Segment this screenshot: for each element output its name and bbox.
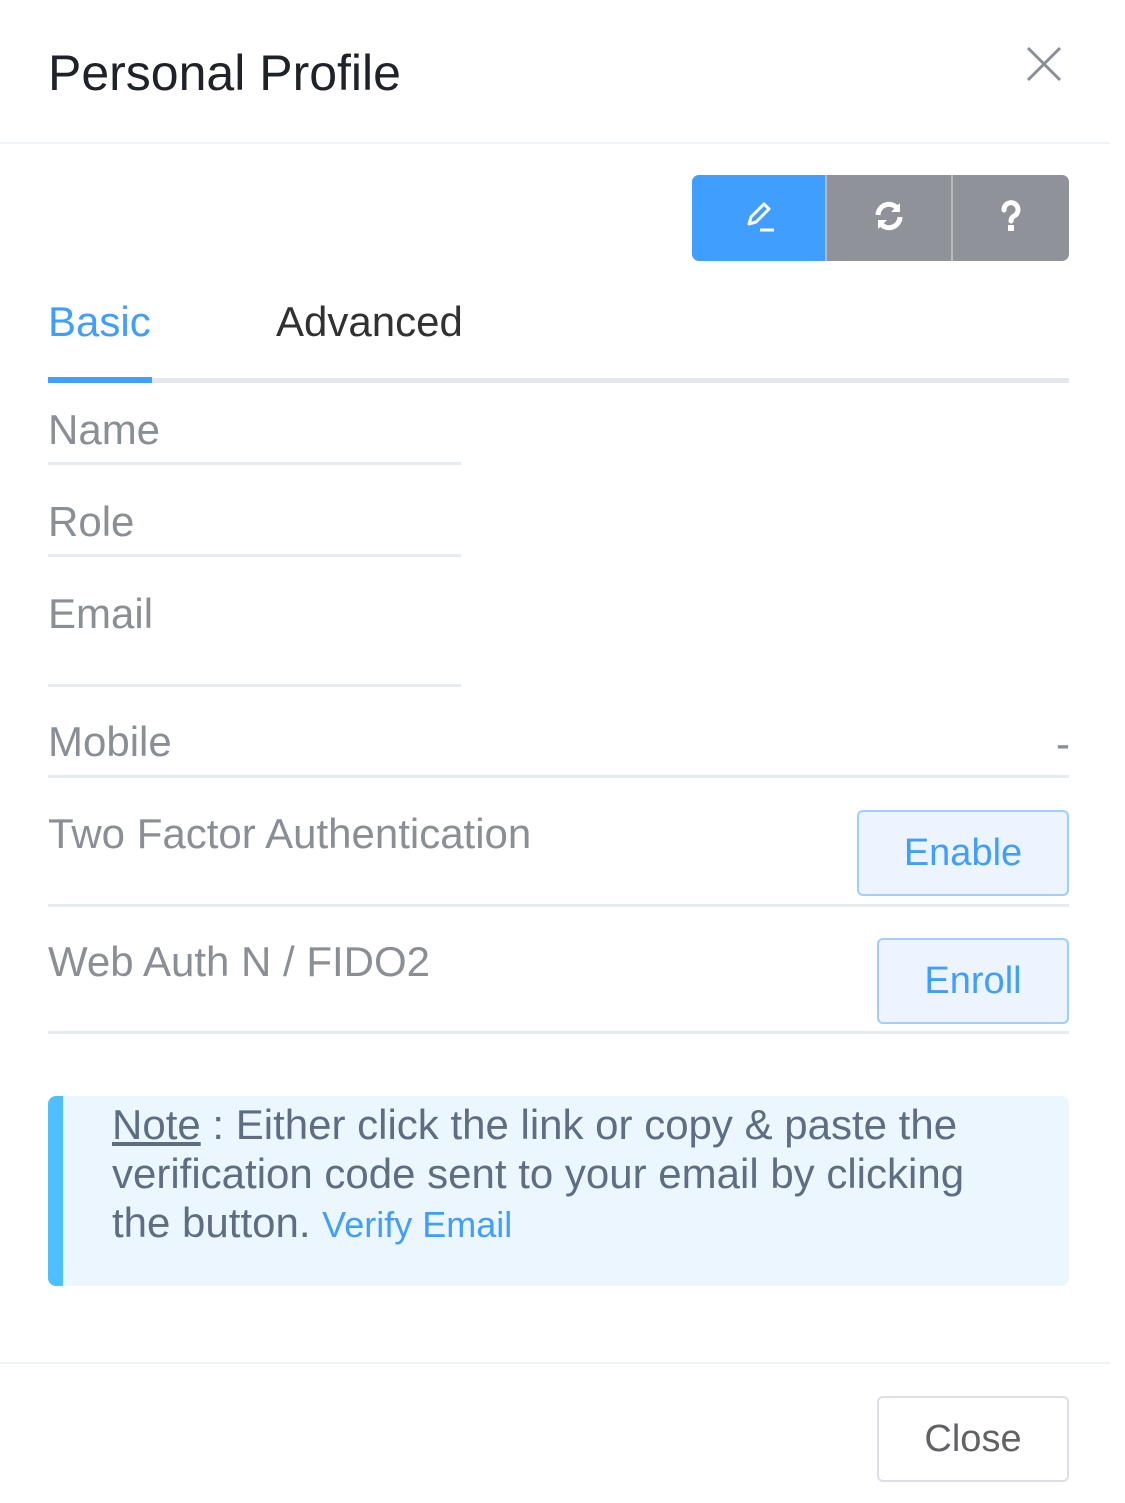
- enroll-webauthn-button[interactable]: Enroll: [877, 938, 1069, 1024]
- note-accent-bar: [48, 1096, 63, 1286]
- enable-2fa-button[interactable]: Enable: [857, 810, 1069, 896]
- edit-icon: [741, 198, 777, 239]
- question-icon: [999, 199, 1023, 237]
- refresh-icon: [871, 198, 907, 239]
- active-tab-indicator: [48, 377, 152, 383]
- mobile-label: Mobile: [48, 718, 172, 765]
- help-button[interactable]: [951, 175, 1069, 261]
- verify-email-link[interactable]: Verify Email: [322, 1204, 512, 1245]
- mobile-value: -: [1056, 720, 1070, 767]
- email-divider: [48, 684, 461, 687]
- dialog-header: Personal Profile: [0, 0, 1110, 144]
- role-divider: [48, 554, 461, 557]
- personal-profile-dialog: Personal Profile Basic Advanced Name Rol…: [0, 0, 1110, 1503]
- verification-note: Note : Either click the link or copy & p…: [48, 1096, 1069, 1286]
- webauthn-divider: [48, 1031, 1069, 1034]
- email-label: Email: [48, 590, 154, 637]
- edit-button[interactable]: [692, 175, 825, 261]
- role-label: Role: [48, 498, 135, 545]
- close-icon[interactable]: [1022, 42, 1066, 86]
- name-label: Name: [48, 406, 161, 453]
- mobile-divider: [48, 775, 1069, 778]
- note-title: Note: [112, 1101, 201, 1148]
- tabs-divider: [48, 378, 1069, 383]
- name-divider: [48, 462, 461, 465]
- note-body: : Either click the link or copy & paste …: [112, 1101, 965, 1246]
- profile-tabs: Basic Advanced: [48, 290, 1069, 384]
- tab-advanced[interactable]: Advanced: [276, 296, 463, 348]
- webauthn-label: Web Auth N / FIDO2: [48, 938, 431, 985]
- dialog-title: Personal Profile: [48, 45, 401, 101]
- profile-toolbar: [692, 175, 1069, 261]
- refresh-button[interactable]: [825, 175, 951, 261]
- two-factor-divider: [48, 904, 1069, 907]
- footer-divider: [0, 1362, 1110, 1364]
- close-button[interactable]: Close: [877, 1396, 1069, 1482]
- note-text-block: Note : Either click the link or copy & p…: [112, 1100, 1012, 1249]
- tab-basic[interactable]: Basic: [48, 296, 151, 348]
- two-factor-label: Two Factor Authentication: [48, 810, 532, 857]
